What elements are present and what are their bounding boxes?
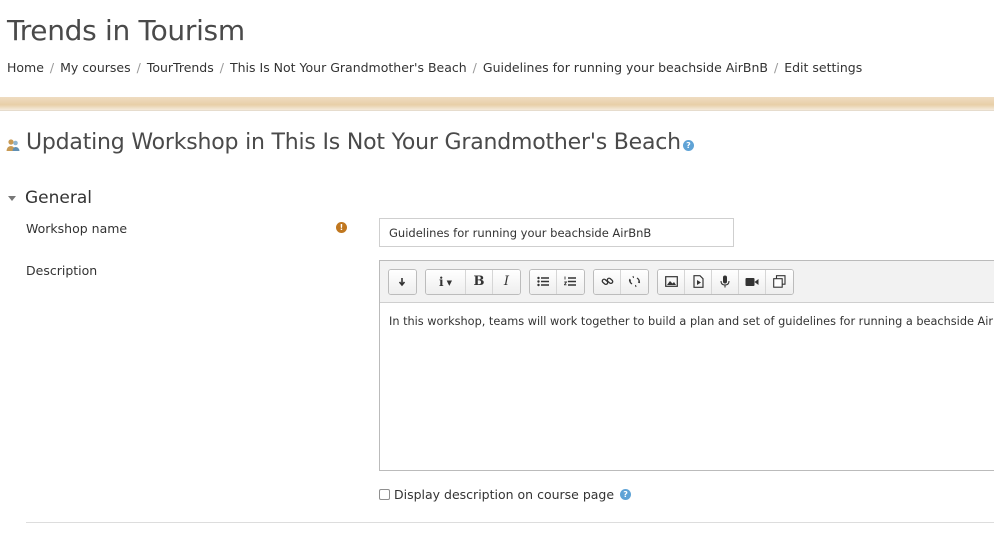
workshop-name-label: Workshop name	[26, 221, 128, 236]
manage-files-icon	[773, 275, 786, 288]
breadcrumb-my-courses[interactable]: My courses	[60, 60, 130, 75]
toolbar-group-media	[657, 268, 794, 295]
chevron-down-icon	[8, 195, 16, 201]
unlink-button[interactable]	[621, 269, 648, 294]
page-title: Updating Workshop in This Is Not Your Gr…	[26, 130, 681, 155]
breadcrumb: Home / My courses / TourTrends / This Is…	[7, 60, 862, 75]
italic-button[interactable]: I	[493, 269, 520, 294]
link-icon	[601, 277, 613, 286]
unordered-list-icon	[536, 276, 549, 287]
section-title: General	[25, 188, 92, 208]
ordered-list-icon	[564, 276, 576, 286]
header-divider	[0, 110, 994, 111]
record-audio-button[interactable]	[712, 269, 739, 294]
display-description-row: Display description on course page ?	[379, 487, 632, 502]
unlink-icon	[628, 275, 641, 288]
toolbar-group-text: i ▼ B I	[425, 268, 521, 295]
site-title: Trends in Tourism	[7, 14, 245, 47]
workshop-name-input[interactable]	[379, 218, 734, 247]
collapse-icon	[398, 277, 405, 286]
breadcrumb-separator: /	[219, 60, 224, 75]
display-description-checkbox[interactable]	[379, 489, 390, 500]
description-editor: i ▼ B I In this workshop, teams will wor…	[379, 260, 994, 471]
breadcrumb-home[interactable]: Home	[7, 60, 44, 75]
breadcrumb-activity[interactable]: Guidelines for running your beachside Ai…	[483, 60, 768, 75]
breadcrumb-separator: /	[472, 60, 477, 75]
breadcrumb-section[interactable]: This Is Not Your Grandmother's Beach	[230, 60, 467, 75]
page-heading: Updating Workshop in This Is Not Your Gr…	[6, 130, 694, 155]
workshop-icon	[6, 138, 20, 151]
paragraph-style-button[interactable]: i ▼	[426, 269, 466, 294]
toolbar-group-links	[593, 268, 649, 295]
help-icon[interactable]: ?	[682, 140, 694, 151]
breadcrumb-separator: /	[49, 60, 55, 75]
breadcrumb-edit-settings[interactable]: Edit settings	[784, 60, 862, 75]
bold-button[interactable]: B	[466, 269, 493, 294]
toolbar-group-lists	[529, 268, 585, 295]
ordered-list-button[interactable]	[557, 269, 584, 294]
display-description-label[interactable]: Display description on course page	[394, 487, 614, 502]
collapse-button[interactable]	[389, 269, 416, 294]
record-video-icon	[745, 277, 759, 286]
header-band	[0, 97, 994, 110]
section-general-toggle[interactable]: General	[8, 188, 92, 208]
record-video-button[interactable]	[739, 269, 766, 294]
description-textarea[interactable]: In this workshop, teams will work togeth…	[380, 303, 994, 341]
toolbar-group-collapse	[388, 268, 417, 295]
media-icon	[692, 275, 704, 288]
manage-files-button[interactable]	[766, 269, 793, 294]
required-icon: !	[336, 222, 347, 233]
media-button[interactable]	[685, 269, 712, 294]
image-button[interactable]	[658, 269, 685, 294]
breadcrumb-separator: /	[774, 60, 779, 75]
help-icon[interactable]: ?	[620, 489, 632, 500]
image-icon	[664, 276, 678, 287]
bold-icon: B	[473, 274, 485, 289]
breadcrumb-course[interactable]: TourTrends	[147, 60, 214, 75]
italic-icon: I	[503, 274, 510, 289]
breadcrumb-separator: /	[136, 60, 141, 75]
paragraph-style-icon: i ▼	[439, 274, 452, 289]
description-label: Description	[26, 263, 98, 278]
unordered-list-button[interactable]	[530, 269, 557, 294]
link-button[interactable]	[594, 269, 621, 294]
section-divider	[26, 522, 994, 523]
editor-toolbar: i ▼ B I	[380, 261, 994, 303]
record-audio-icon	[720, 275, 730, 288]
